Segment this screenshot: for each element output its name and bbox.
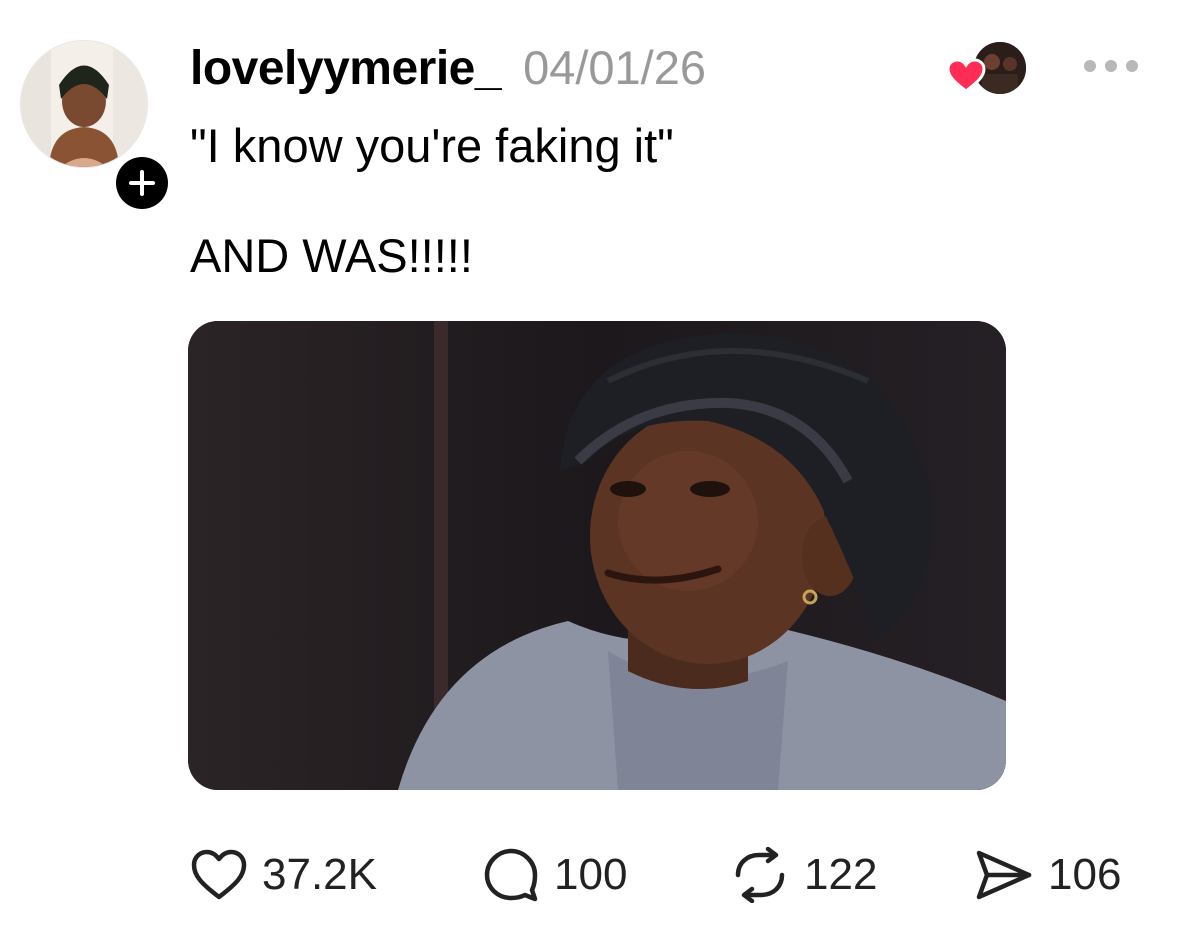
- repost-icon: [735, 847, 785, 903]
- repost-count: 122: [804, 850, 878, 899]
- heart-icon: [946, 58, 986, 93]
- post-text-line-2: AND WAS!!!!!: [190, 229, 473, 282]
- plus-icon: [129, 170, 155, 196]
- like-count: 37.2K: [262, 850, 377, 899]
- follow-button[interactable]: [112, 153, 172, 213]
- share-button[interactable]: 106: [974, 840, 1121, 910]
- post-header: lovelyymerie_ 04/01/26: [190, 40, 706, 96]
- post-timestamp: 04/01/26: [523, 41, 707, 94]
- post-media[interactable]: [188, 321, 1006, 790]
- dot: [1126, 60, 1138, 72]
- like-button[interactable]: 37.2K: [190, 840, 377, 910]
- action-bar: 37.2K 100 122 106: [0, 840, 1180, 910]
- comment-icon: [484, 848, 538, 902]
- dot: [1084, 60, 1096, 72]
- post-text-line-1: "I know you're faking it": [190, 119, 674, 172]
- heart-icon: [191, 849, 247, 900]
- share-count: 106: [1048, 850, 1122, 899]
- author-avatar-group[interactable]: [20, 40, 172, 213]
- reply-count: 100: [554, 850, 628, 899]
- username[interactable]: lovelyymerie_: [190, 41, 502, 96]
- repost-button[interactable]: 122: [730, 840, 877, 910]
- more-options-button[interactable]: [1084, 54, 1148, 78]
- video-still-image: [188, 321, 1006, 790]
- dot: [1105, 60, 1117, 72]
- reply-button[interactable]: 100: [482, 840, 627, 910]
- liked-by-indicator[interactable]: [946, 40, 1030, 96]
- send-icon: [976, 850, 1032, 900]
- avatar[interactable]: [20, 40, 148, 168]
- avatar-image: [21, 41, 147, 167]
